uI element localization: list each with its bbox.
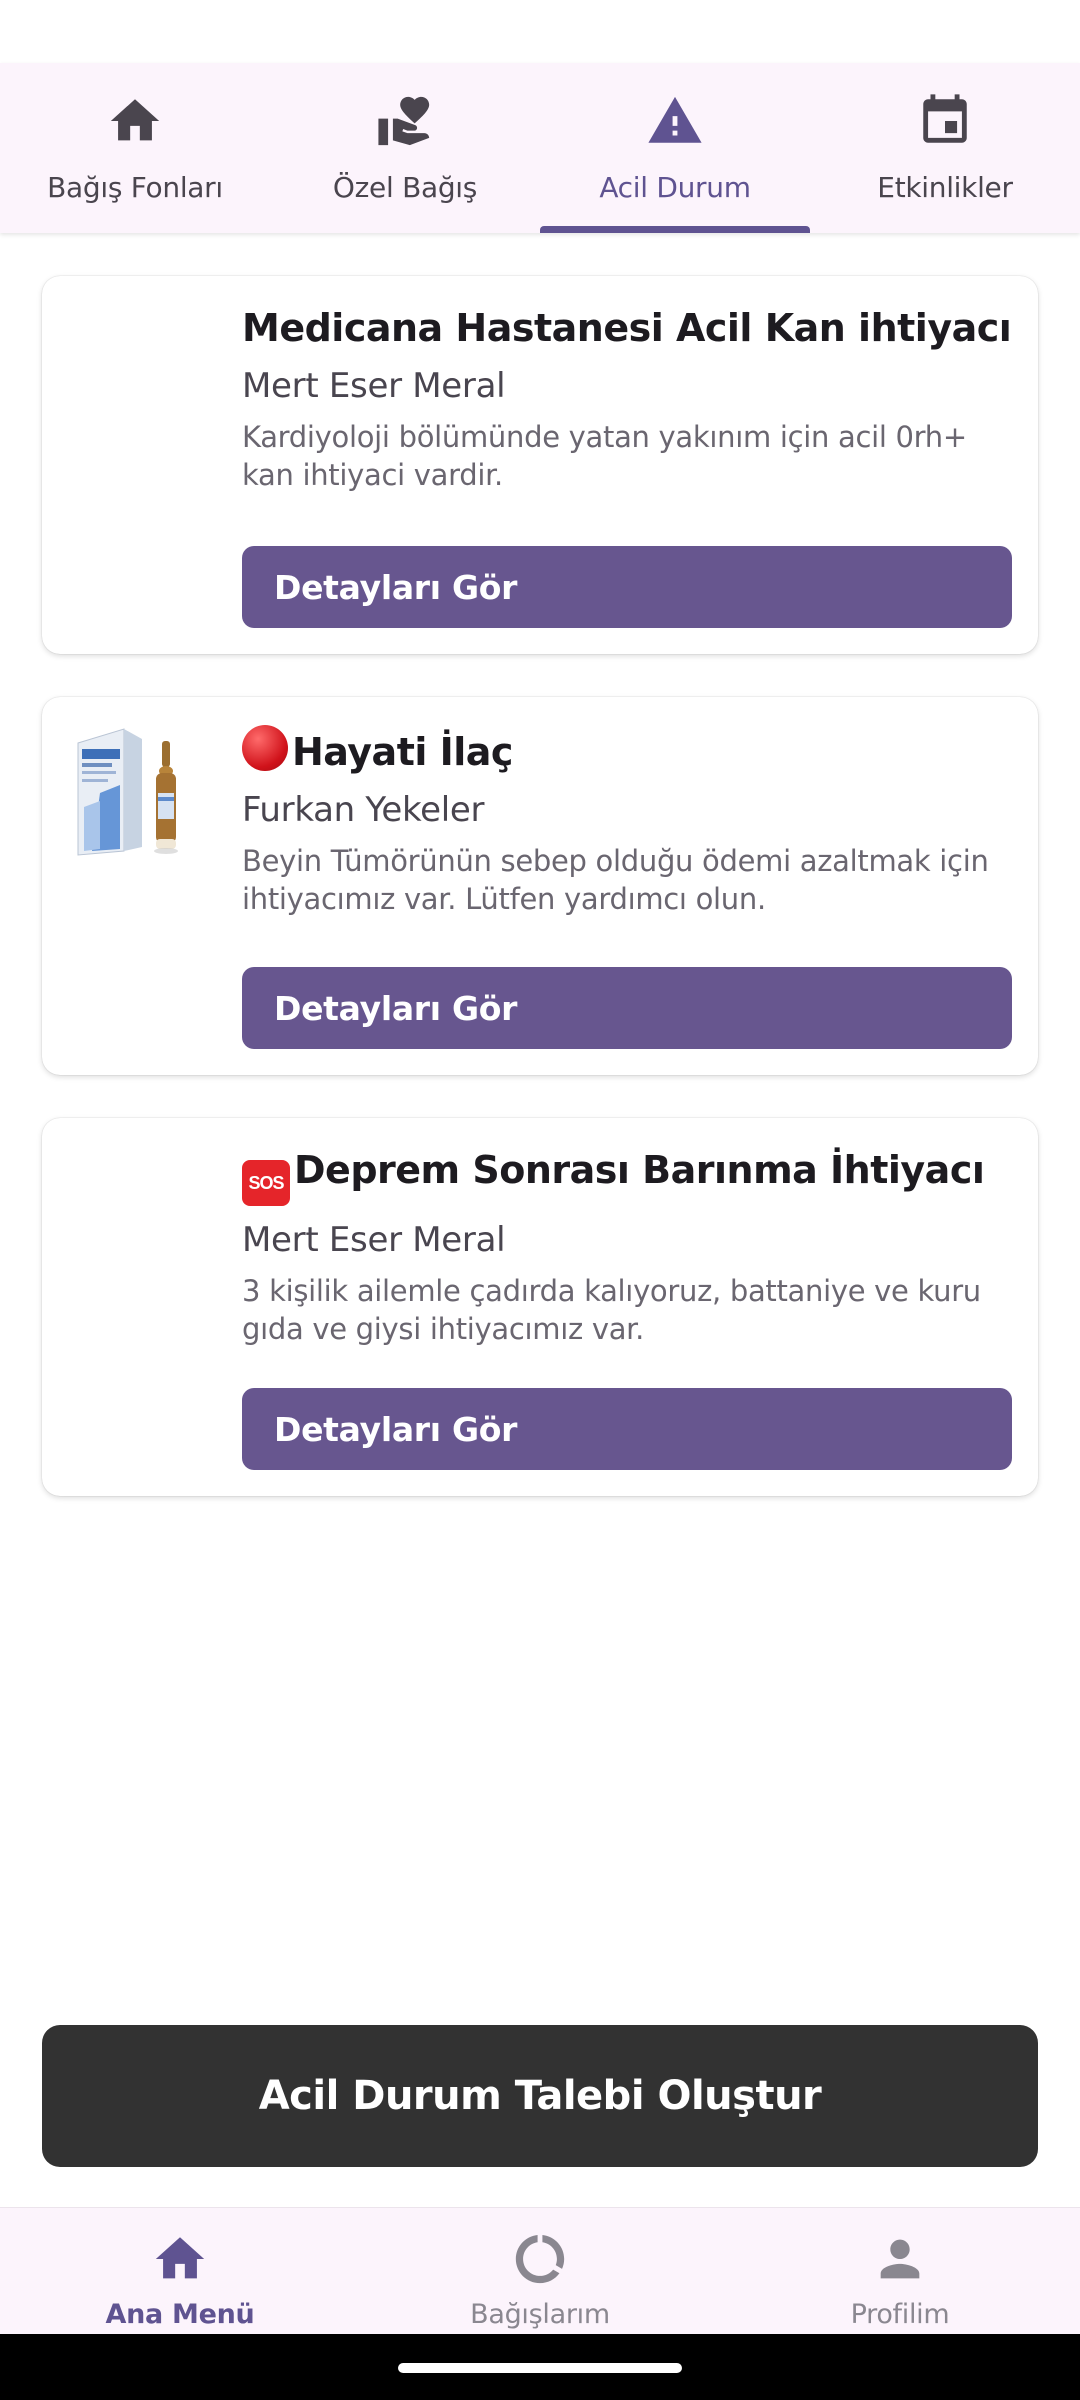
status-bar	[0, 0, 1080, 63]
person-icon	[871, 2230, 929, 2293]
card-author: Furkan Yekeler	[242, 790, 485, 830]
card-description: Kardiyoloji bölümünde yatan yakınım için…	[242, 420, 967, 492]
emergency-card: SOS Deprem Sonrası Barınma İhtiyacı Mert …	[42, 1118, 1038, 1496]
card-description: 3 kişilik ailemle çadırda kalıyoruz, bat…	[242, 1274, 981, 1346]
details-button[interactable]: Detayları Gör	[242, 1388, 1012, 1470]
tab-label: Bağış Fonları	[47, 171, 223, 204]
tab-label: Acil Durum	[599, 171, 751, 204]
card-image-placeholder	[70, 1144, 196, 1288]
nav-label: Profilim	[850, 2299, 950, 2330]
system-gesture-bar	[0, 2334, 1080, 2400]
card-author: Mert Eser Meral	[242, 1220, 506, 1260]
card-image-placeholder	[70, 302, 196, 446]
details-button[interactable]: Detayları Gör	[242, 967, 1012, 1049]
nav-profilim[interactable]: Profilim	[720, 2208, 1080, 2334]
bottom-navigation: Ana Menü Bağışlarım Profilim	[0, 2207, 1080, 2334]
tab-bagis-fonlari[interactable]: Bağış Fonları	[0, 63, 270, 233]
sos-icon: SOS	[242, 1160, 290, 1206]
tab-etkinlikler[interactable]: Etkinlikler	[810, 63, 1080, 233]
tab-acil-durum[interactable]: Acil Durum	[540, 63, 810, 233]
emergency-card: Medicana Hastanesi Acil Kan ihtiyacı Mer…	[42, 276, 1038, 654]
home-icon	[105, 91, 165, 151]
volunteer-heart-hand-icon	[375, 91, 435, 151]
card-title: Medicana Hastanesi Acil Kan ihtiyacı	[242, 306, 1012, 350]
card-title-text: Hayati İlaç	[292, 730, 513, 774]
nav-label: Bağışlarım	[470, 2299, 610, 2330]
top-tab-bar: Bağış Fonları Özel Bağış Acil Durum Etki…	[0, 63, 1080, 233]
active-tab-indicator	[540, 226, 810, 233]
card-description: Beyin Tümörünün sebep olduğu ödemi azalt…	[242, 844, 989, 916]
details-button[interactable]: Detayları Gör	[242, 546, 1012, 628]
nav-ana-menu[interactable]: Ana Menü	[0, 2208, 360, 2334]
card-author: Mert Eser Meral	[242, 366, 506, 406]
red-circle-icon	[242, 725, 288, 771]
home-gesture-handle[interactable]	[398, 2363, 682, 2373]
tab-label: Özel Bağış	[332, 171, 478, 204]
nav-label: Ana Menü	[105, 2299, 255, 2330]
warning-icon	[645, 91, 705, 151]
create-emergency-request-button[interactable]: Acil Durum Talebi Oluştur	[42, 2025, 1038, 2167]
card-title: Hayati İlaç	[242, 725, 1012, 776]
tab-label: Etkinlikler	[877, 171, 1013, 204]
card-title-text: Deprem Sonrası Barınma İhtiyacı	[294, 1148, 985, 1192]
calendar-icon	[915, 91, 975, 151]
card-title: SOS Deprem Sonrası Barınma İhtiyacı	[242, 1146, 1012, 1206]
home-icon	[151, 2230, 209, 2293]
emergency-card: Hayati İlaç Furkan Yekeler Beyin Tümörün…	[42, 697, 1038, 1075]
tab-ozel-bagis[interactable]: Özel Bağış	[270, 63, 540, 233]
medicine-ampoule-image	[70, 723, 196, 867]
progress-ring-icon	[511, 2230, 569, 2293]
nav-bagislarim[interactable]: Bağışlarım	[360, 2208, 720, 2334]
